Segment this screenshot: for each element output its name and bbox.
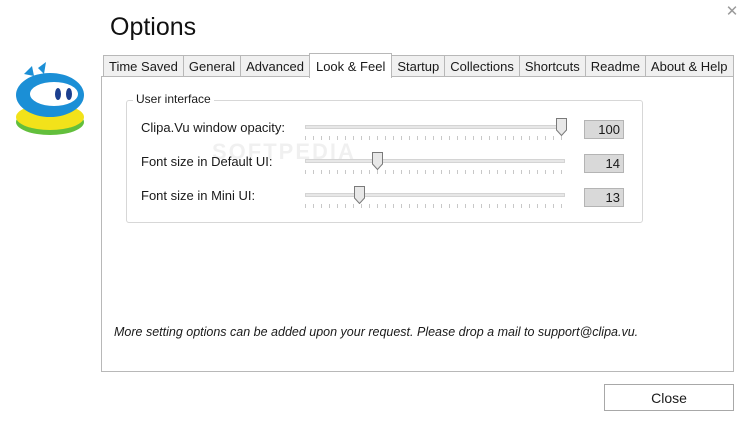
- slider-track: [305, 125, 565, 129]
- tab-shortcuts[interactable]: Shortcuts: [518, 55, 586, 77]
- slider-track: [305, 159, 565, 163]
- window-close-button[interactable]: ✕: [724, 4, 740, 20]
- tab-collections[interactable]: Collections: [444, 55, 520, 77]
- tab-about-and-help[interactable]: About & Help: [644, 55, 734, 77]
- slider-thumb[interactable]: [371, 152, 383, 170]
- slider-track: [305, 193, 565, 197]
- slider-ticks: [305, 136, 565, 140]
- default-ui-font-size-value: 14: [584, 154, 624, 173]
- slider-ticks: [305, 170, 565, 174]
- opacity-label: Clipa.Vu window opacity:: [141, 120, 286, 135]
- tab-general[interactable]: General: [182, 55, 242, 77]
- tab-panel-look-and-feel: User interface Clipa.Vu window opacity: …: [101, 76, 734, 372]
- group-title: User interface: [133, 92, 214, 106]
- tab-readme[interactable]: Readme: [584, 55, 646, 77]
- mini-ui-font-size-value: 13: [584, 188, 624, 207]
- slider-thumb[interactable]: [353, 186, 365, 204]
- close-button[interactable]: Close: [604, 384, 734, 411]
- feedback-note: More setting options can be added upon y…: [114, 325, 639, 339]
- tab-time-saved[interactable]: Time Saved: [103, 55, 184, 77]
- clipa-vu-logo: [16, 62, 84, 135]
- tab-advanced[interactable]: Advanced: [240, 55, 310, 77]
- user-interface-groupbox: User interface Clipa.Vu window opacity: …: [126, 92, 643, 223]
- opacity-slider[interactable]: [305, 118, 567, 145]
- slider-thumb[interactable]: [556, 118, 567, 136]
- tab-look-and-feel[interactable]: Look & Feel: [308, 53, 393, 78]
- tab-strip: Time Saved General Advanced Look & Feel …: [103, 53, 734, 78]
- opacity-value: 100: [584, 120, 624, 139]
- slider-ticks: [305, 204, 565, 208]
- mini-ui-font-size-slider[interactable]: [305, 186, 565, 213]
- mini-ui-font-size-label: Font size in Mini UI:: [141, 188, 256, 203]
- default-ui-font-size-label: Font size in Default UI:: [141, 154, 273, 169]
- tab-startup[interactable]: Startup: [391, 55, 446, 77]
- dialog-title: Options: [110, 13, 197, 41]
- default-ui-font-size-slider[interactable]: [305, 152, 565, 179]
